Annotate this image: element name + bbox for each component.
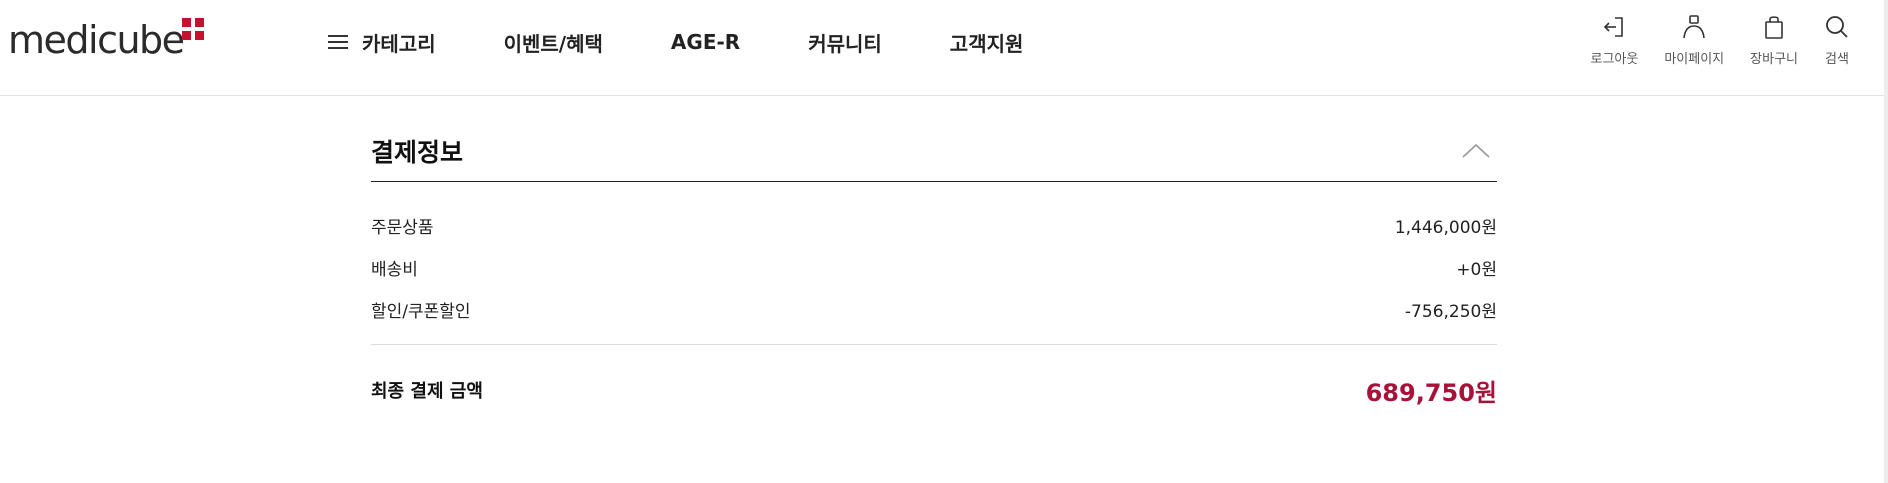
nav-label: 커뮤니티 [808,31,882,56]
main-nav: 카테고리 이벤트/혜택 AGE-R 커뮤니티 고객지원 [328,26,1091,58]
row-value: +0원 [1456,259,1497,280]
logout-button[interactable]: 로그아웃 [1590,14,1639,67]
payment-info-title: 결제정보 [371,137,464,167]
payment-breakdown: 주문상품 1,446,000원 배송비 +0원 할인/쿠폰할인 -756,250… [371,182,1497,345]
header-utilities: 로그아웃 마이페이지 장바구니 검색 [1565,14,1851,67]
nav-label: 고객지원 [949,31,1024,56]
row-value: 1,446,000원 [1394,217,1497,238]
search-icon [1826,16,1848,38]
nav-label: AGE-R [670,30,741,54]
mypage-label: 마이페이지 [1664,52,1725,67]
shopping-bag-icon [1765,16,1783,39]
search-button[interactable]: 검색 [1824,14,1850,67]
cart-button[interactable]: 장바구니 [1750,14,1798,67]
row-value: -756,250원 [1404,301,1497,322]
row-label: 배송비 [371,259,418,280]
mypage-button[interactable]: 마이페이지 [1664,14,1724,67]
order-items-row: 주문상품 1,446,000원 [371,204,1497,246]
logo[interactable]: medicube [8,18,204,62]
shipping-fee-row: 배송비 +0원 [371,246,1497,288]
final-total-label: 최종 결제 금액 [371,381,483,402]
page-scrollbar[interactable] [1884,0,1888,483]
nav-category[interactable]: 카테고리 [328,28,436,57]
row-label: 주문상품 [371,217,434,238]
final-total-value: 689,750원 [1365,378,1497,407]
nav-support[interactable]: 고객지원 [950,28,1024,57]
logo-text: medicube [8,18,185,62]
search-label: 검색 [1825,52,1849,67]
site-header: medicube 카테고리 이벤트/혜택 AGE-R 커뮤니티 고객지원 로그아… [0,0,1884,96]
payment-info-panel: 결제정보 주문상품 1,446,000원 배송비 +0원 할인/쿠폰할인 -75… [371,120,1497,435]
final-total-row: 최종 결제 금액 689,750원 [371,345,1497,435]
logout-label: 로그아웃 [1590,52,1639,67]
logout-icon [1604,17,1624,37]
nav-label: 카테고리 [362,31,436,56]
hamburger-icon [328,35,348,49]
cart-label: 장바구니 [1750,52,1798,67]
medical-cross-icon [182,18,204,40]
chevron-up-icon[interactable] [1461,141,1491,161]
nav-events[interactable]: 이벤트/혜택 [504,28,603,57]
row-label: 할인/쿠폰할인 [371,301,471,322]
nav-label: 이벤트/혜택 [503,31,603,56]
nav-community[interactable]: 커뮤니티 [808,28,882,57]
discount-row: 할인/쿠폰할인 -756,250원 [371,288,1497,330]
nav-age-r[interactable]: AGE-R [671,30,740,54]
payment-info-header[interactable]: 결제정보 [371,120,1497,182]
user-icon [1683,15,1706,39]
